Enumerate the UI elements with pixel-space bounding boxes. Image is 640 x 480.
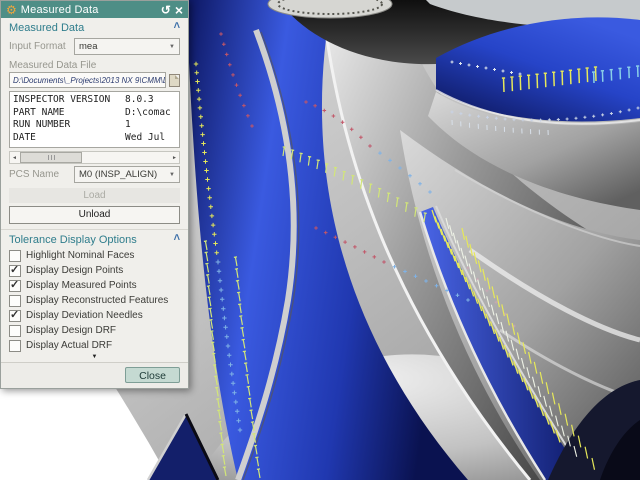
scroll-right-icon[interactable]: ► xyxy=(170,152,179,163)
checkbox[interactable] xyxy=(9,295,21,307)
checkbox-label: Display Design DRF xyxy=(26,325,116,336)
section-tolerance-label: Tolerance Display Options xyxy=(9,234,174,246)
application-window: ⚙ Measured Data ↺ × Measured Data ^ Inpu… xyxy=(0,0,640,480)
file-info-row: PART NAMED:\comac xyxy=(13,107,179,120)
checkbox[interactable] xyxy=(9,325,21,337)
pcs-name-dropdown[interactable]: M0 (INSP_ALIGN) ▼ xyxy=(74,166,180,183)
input-format-label: Input Format xyxy=(9,41,74,52)
dialog-footer: Close xyxy=(1,362,188,388)
checkbox-highlight-nominal-faces[interactable]: Highlight Nominal Faces xyxy=(1,248,188,263)
section-measured-data-label: Measured Data xyxy=(9,22,174,34)
checkbox-display-design-drf[interactable]: Display Design DRF xyxy=(1,323,188,338)
chevron-down-icon: ▼ xyxy=(169,44,175,50)
checkbox-display-reconstructed-features[interactable]: Display Reconstructed Features xyxy=(1,293,188,308)
file-info-box[interactable]: INSPECTOR VERSION8.0.3 PART NAMED:\comac… xyxy=(9,91,180,148)
section-measured-data[interactable]: Measured Data ^ xyxy=(1,18,188,36)
data-file-input[interactable]: D:\Documents\_Projects\2013 NX 9\CMM\Dc xyxy=(9,72,166,88)
pcs-name-label: PCS Name xyxy=(9,169,74,180)
data-file-label: Measured Data File xyxy=(1,57,188,72)
checkbox-label: Display Reconstructed Features xyxy=(26,295,168,306)
chevron-up-icon[interactable]: ^ xyxy=(174,21,180,35)
chevron-down-icon: ▼ xyxy=(169,172,175,178)
close-button[interactable]: Close xyxy=(125,367,180,383)
checkbox-display-actual-drf[interactable]: Display Actual DRF xyxy=(1,338,188,353)
pcs-name-value: M0 (INSP_ALIGN) xyxy=(79,169,169,180)
checkbox-label: Display Deviation Needles xyxy=(26,310,143,321)
file-info-row: RUN NUMBER1 xyxy=(13,119,179,132)
section-tolerance-options[interactable]: Tolerance Display Options ^ xyxy=(1,230,188,248)
scrollbar-thumb[interactable] xyxy=(20,152,82,163)
dialog-titlebar[interactable]: ⚙ Measured Data ↺ × xyxy=(1,1,188,18)
load-button: Load xyxy=(9,188,180,203)
input-format-row: Input Format mea ▼ xyxy=(1,36,188,57)
checkbox[interactable] xyxy=(9,340,21,352)
data-file-row: D:\Documents\_Projects\2013 NX 9\CMM\Dc xyxy=(9,72,180,88)
measured-data-dialog: ⚙ Measured Data ↺ × Measured Data ^ Inpu… xyxy=(0,0,189,389)
checkbox-label: Display Measured Points xyxy=(26,280,137,291)
checkbox-display-design-points[interactable]: Display Design Points xyxy=(1,263,188,278)
input-format-dropdown[interactable]: mea ▼ xyxy=(74,38,180,55)
scroll-left-icon[interactable]: ◄ xyxy=(10,152,19,163)
checkbox[interactable] xyxy=(9,280,21,292)
checkbox[interactable] xyxy=(9,250,21,262)
scroll-more-icon[interactable]: ▼ xyxy=(1,353,188,362)
unload-button[interactable]: Unload xyxy=(9,206,180,224)
close-icon[interactable]: × xyxy=(175,4,183,16)
checkbox-display-measured-points[interactable]: Display Measured Points xyxy=(1,278,188,293)
browse-file-icon[interactable] xyxy=(169,74,180,87)
checkbox-label: Display Actual DRF xyxy=(26,340,112,351)
file-info-row: DATEWed Jul xyxy=(13,132,179,145)
chevron-up-icon[interactable]: ^ xyxy=(174,233,180,247)
pcs-name-row: PCS Name M0 (INSP_ALIGN) ▼ xyxy=(1,164,188,185)
checkbox[interactable] xyxy=(9,265,21,277)
checkbox[interactable] xyxy=(9,310,21,322)
checkbox-display-deviation-needles[interactable]: Display Deviation Needles xyxy=(1,308,188,323)
file-info-row: INSPECTOR VERSION8.0.3 xyxy=(13,94,179,107)
gear-icon: ⚙ xyxy=(6,4,17,16)
checkbox-label: Highlight Nominal Faces xyxy=(26,250,134,261)
reset-icon[interactable]: ↺ xyxy=(161,4,171,16)
horizontal-scrollbar[interactable]: ◄ ► xyxy=(9,151,180,164)
dialog-title: Measured Data xyxy=(21,4,157,16)
checkbox-label: Display Design Points xyxy=(26,265,123,276)
input-format-value: mea xyxy=(79,41,169,52)
